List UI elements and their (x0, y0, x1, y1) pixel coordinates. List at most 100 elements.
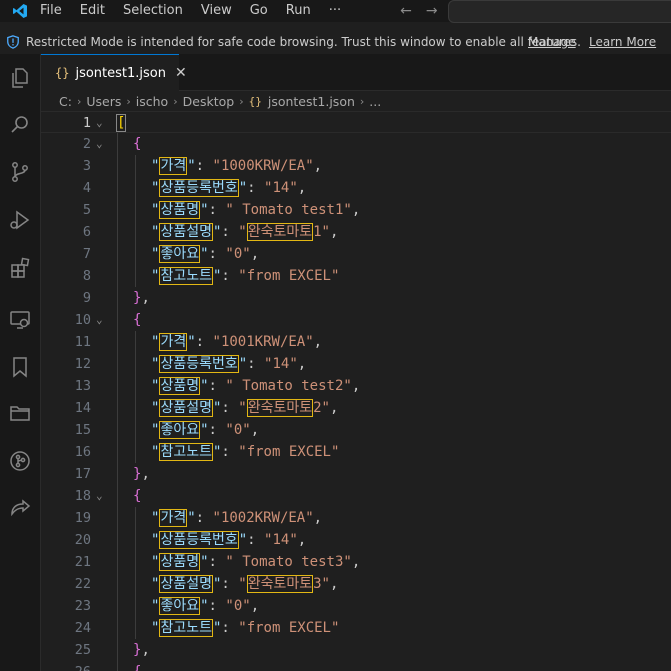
line-number: 8 (82, 268, 91, 284)
code-line: 21 "상품명": " Tomato test3", (41, 551, 671, 573)
json-key: 상품등록번호 (159, 531, 239, 549)
code-line: 22 "상품설명": "완숙토마토3", (41, 573, 671, 595)
json-value: 14 (272, 180, 290, 196)
code-line: 19 "가격": "1002KRW/EA", (41, 507, 671, 529)
json-value: 0 (233, 246, 243, 262)
line-number: 24 (74, 620, 91, 636)
json-value: 0 (233, 598, 243, 614)
line-number: 3 (82, 158, 91, 174)
code-line: 11 "가격": "1001KRW/EA", (41, 331, 671, 353)
explorer-icon[interactable] (0, 60, 40, 96)
json-value: Tomato test1 (233, 202, 344, 218)
tab-jsontest1-json[interactable]: {} jsontest1.json ✕ (41, 54, 187, 91)
chevron-down-icon[interactable]: ⌄ (96, 112, 103, 134)
json-key: 참고노트 (159, 443, 213, 461)
json-value-highlight: 완숙토마토 (246, 575, 314, 593)
line-number: 15 (74, 422, 91, 438)
breadcrumb-users[interactable]: Users (84, 94, 123, 109)
line-number: 12 (74, 356, 91, 372)
breadcrumb-desktop[interactable]: Desktop (181, 94, 237, 109)
line-number: 23 (74, 598, 91, 614)
json-key: 상품등록번호 (159, 355, 239, 373)
breadcrumb-symbol[interactable]: ... (367, 94, 383, 109)
menu-run[interactable]: Run (277, 0, 320, 22)
back-arrow-icon[interactable]: ← (400, 3, 412, 19)
breadcrumb-drive[interactable]: C: (57, 94, 74, 109)
json-key: 상품설명 (159, 575, 213, 593)
chevron-down-icon[interactable]: ⌄ (96, 133, 103, 155)
line-number: 17 (74, 466, 91, 482)
json-value-highlight: 완숙토마토 (246, 223, 314, 241)
bookmarks-icon[interactable] (0, 349, 40, 385)
menu-selection[interactable]: Selection (114, 0, 192, 22)
json-key: 좋아요 (159, 597, 201, 615)
search-icon[interactable] (0, 107, 40, 143)
shield-icon (0, 35, 26, 49)
git-graph-icon[interactable] (0, 443, 40, 479)
live-share-icon[interactable] (0, 490, 40, 526)
line-number: 4 (82, 180, 91, 196)
code-line: 10 ⌄ { (41, 309, 671, 331)
source-control-icon[interactable] (0, 154, 40, 190)
json-value: from EXCEL (246, 268, 331, 284)
json-value: from EXCEL (246, 620, 331, 636)
extensions-icon[interactable] (0, 250, 40, 286)
line-number: 18 (74, 488, 91, 504)
forward-arrow-icon[interactable]: → (426, 3, 438, 19)
line-number: 21 (74, 554, 91, 570)
banner-message: Restricted Mode is intended for safe cod… (26, 35, 581, 49)
line-number: 2 (82, 136, 91, 152)
remote-explorer-icon[interactable] (0, 302, 40, 338)
json-key: 참고노트 (159, 619, 213, 637)
chevron-right-icon: › (173, 94, 178, 108)
line-number: 16 (74, 444, 91, 460)
code-line: 7 "좋아요": "0", (41, 243, 671, 265)
json-file-icon: {} (55, 66, 70, 80)
editor-tab-bar: {} jsontest1.json ✕ (41, 54, 671, 91)
json-key: 가격 (159, 509, 188, 527)
line-number: 19 (74, 510, 91, 526)
menu-edit[interactable]: Edit (71, 0, 114, 22)
code-line: 16 "참고노트": "from EXCEL" (41, 441, 671, 463)
menu-more[interactable]: ··· (320, 0, 350, 22)
code-line: 15 "좋아요": "0", (41, 419, 671, 441)
line-number: 11 (74, 334, 91, 350)
line-number: 1 (82, 115, 91, 131)
code-line: 17 }, (41, 463, 671, 485)
chevron-down-icon[interactable]: ⌄ (96, 485, 103, 507)
json-value: Tomato test2 (233, 378, 344, 394)
line-number: 7 (82, 246, 91, 262)
navigation-arrows: ← → (400, 3, 437, 19)
json-key: 상품명 (159, 553, 201, 571)
chevron-down-icon[interactable]: ⌄ (96, 309, 103, 331)
json-file-icon: {} (248, 94, 262, 108)
title-bar: File Edit Selection View Go Run ··· ← → (0, 0, 671, 23)
json-value: 2 (313, 400, 322, 416)
line-number: 6 (82, 224, 91, 240)
json-key: 참고노트 (159, 267, 213, 285)
open-bracket: [ (116, 114, 127, 132)
chevron-right-icon: › (359, 94, 365, 108)
breadcrumb: C: › Users › ischo › Desktop › {} jsonte… (41, 91, 671, 111)
menu-view[interactable]: View (192, 0, 241, 22)
chevron-right-icon: › (126, 94, 131, 108)
breadcrumb-file[interactable]: jsontest1.json (266, 94, 357, 109)
breadcrumb-ischo[interactable]: ischo (134, 94, 170, 109)
project-manager-icon[interactable] (0, 395, 40, 431)
menu-go[interactable]: Go (241, 0, 277, 22)
manage-link[interactable]: Manage (528, 35, 576, 49)
code-line: 12 "상품등록번호": "14", (41, 353, 671, 375)
learn-more-link[interactable]: Learn More (589, 35, 656, 49)
json-value: 0 (233, 422, 243, 438)
run-debug-icon[interactable] (0, 202, 40, 238)
code-line: 5 "상품명": " Tomato test1", (41, 199, 671, 221)
command-center[interactable] (448, 0, 671, 23)
close-icon[interactable]: ✕ (175, 65, 187, 81)
json-value: 3 (313, 576, 322, 592)
json-key: 가격 (159, 157, 188, 175)
json-key: 가격 (159, 333, 188, 351)
json-value: 14 (272, 356, 290, 372)
code-editor[interactable]: 1 ⌄ [ 2 ⌄ { 3 "가격": "1000KRW/EA", 4 "상품등… (41, 111, 671, 671)
menu-file[interactable]: File (40, 0, 71, 22)
json-value: from EXCEL (246, 444, 331, 460)
